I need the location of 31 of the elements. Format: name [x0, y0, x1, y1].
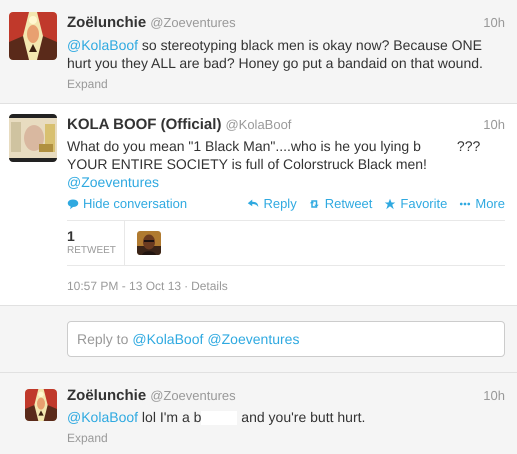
retweet-label: RETWEET [67, 244, 117, 258]
retweet-icon [308, 198, 321, 210]
separator-dot: · [184, 278, 188, 294]
expand-link[interactable]: Expand [67, 76, 108, 92]
author-name[interactable]: Zoëlunchie [67, 384, 146, 407]
star-icon [384, 198, 396, 210]
more-link[interactable]: More [459, 194, 505, 214]
tweet-time[interactable]: 10h [483, 386, 505, 405]
mention-link[interactable]: @Zoeventures [67, 174, 160, 190]
author-handle[interactable]: @Zoeventures [150, 386, 236, 405]
timestamp: 10:57 PM - 13 Oct 13 [67, 278, 182, 294]
tweet-text: @KolaBoof lol I'm a b and you're butt hurt. [67, 408, 366, 426]
mention-link[interactable]: @KolaBoof [67, 36, 138, 52]
author-name[interactable]: KOLA BOOF (Official) [67, 114, 222, 136]
favorite-link[interactable]: Favorite [384, 194, 448, 214]
mention-link[interactable]: @KolaBoof [67, 409, 138, 425]
expand-link[interactable]: Expand [67, 431, 108, 446]
tweet-text: What do you mean "1 Black Man"....who is he you lying b ??? YOUR ENTIRE SOCIETY is full of Colorstruck Black men! @Zoeventures [67, 137, 482, 191]
tweet-time[interactable]: 10h [483, 13, 505, 32]
author-name[interactable]: Zoëlunchie [67, 12, 146, 34]
tweet-time[interactable]: 10h [483, 114, 505, 134]
hide-conversation-link[interactable]: Hide conversation [67, 194, 188, 214]
reply-link[interactable]: Reply [247, 194, 297, 214]
details-link[interactable]: Details [191, 276, 228, 294]
reply-field[interactable]: Reply to @KolaBoof @Zoeventures [67, 320, 505, 356]
retweet-count[interactable]: 1 [67, 228, 124, 244]
author-handle[interactable]: @Zoeventures [150, 13, 236, 32]
tweet-text: @KolaBoof so stereotyping black men is okay now? Because ONE hurt you they ALL are bad? Honey go put a bandaid on that wound. [67, 36, 484, 72]
speech-bubble-icon [67, 198, 79, 210]
author-handle[interactable]: @KolaBoof [225, 114, 292, 134]
retweet-link[interactable]: Retweet [308, 194, 372, 214]
